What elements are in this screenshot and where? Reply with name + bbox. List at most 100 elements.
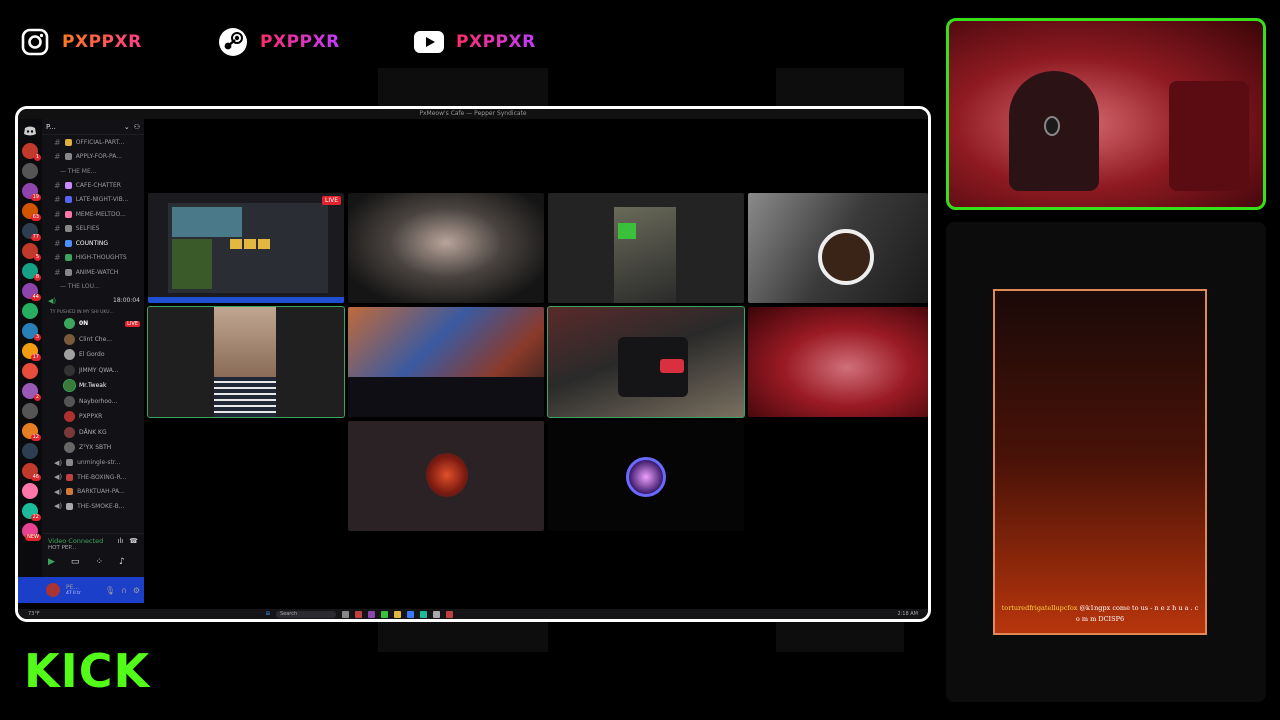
stream-tile-camera[interactable] — [748, 307, 928, 417]
gear-icon[interactable]: ⚙ — [133, 586, 140, 595]
voice-channel-active[interactable]: ◀) 18:00:04 — [42, 294, 144, 309]
disconnect-icon[interactable]: ☎ — [129, 537, 138, 545]
app-icon[interactable] — [432, 610, 440, 618]
server-icon[interactable]: 77 — [22, 223, 41, 241]
hash-icon: # — [54, 224, 61, 234]
server-header[interactable]: P... ⌄ ⚇ — [42, 119, 144, 135]
channel-emoji-icon — [64, 181, 72, 189]
category-header[interactable]: — THE ME... — [42, 164, 144, 178]
taskbar-clock: 2:18 AM — [897, 611, 918, 617]
server-icon[interactable]: 19 — [22, 183, 41, 201]
speaker-icon: ◀) — [48, 296, 57, 305]
channel-emoji-icon — [64, 239, 72, 247]
hash-icon: # — [54, 209, 61, 219]
microphone-icon[interactable]: 🎙 — [105, 586, 115, 595]
server-icon[interactable] — [22, 363, 38, 379]
server-icon[interactable]: 2 — [22, 383, 41, 401]
voice-channel-item[interactable]: ◀) THE-SMOKE-B... — [42, 499, 144, 514]
server-icon[interactable] — [22, 403, 38, 419]
server-icon[interactable]: NEW — [22, 523, 41, 541]
server-icon[interactable] — [22, 443, 38, 459]
avatar[interactable] — [46, 583, 60, 597]
voice-user[interactable]: Mr.Tweak — [42, 378, 144, 394]
video-grid: LIVE — [144, 119, 928, 603]
stream-tile-camera[interactable] — [348, 307, 544, 417]
voice-channel-timer: 18:00:04 — [113, 297, 140, 305]
stream-tile-camera[interactable] — [147, 306, 345, 418]
category-header[interactable]: — THE LOU... — [42, 280, 144, 294]
channel-item[interactable]: # MEME-MELTDO... — [42, 207, 144, 222]
channel-item[interactable]: # SELFIES — [42, 222, 144, 237]
server-icon[interactable]: 22 — [22, 503, 41, 521]
channel-emoji-icon — [64, 268, 72, 276]
voice-user[interactable]: PXPPXR — [42, 409, 144, 425]
channel-item[interactable]: # APPLY-FOR-PA... — [42, 150, 144, 165]
stream-tile-avatar[interactable] — [548, 421, 744, 531]
activities-icon[interactable]: ⁘ — [95, 557, 103, 567]
channel-item[interactable]: # OFFICIAL-PART... — [42, 135, 144, 150]
server-icon[interactable] — [22, 483, 38, 499]
kick-logo: KICK — [24, 644, 151, 698]
channel-item[interactable]: # ANIME-WATCH — [42, 265, 144, 280]
voice-user[interactable]: 0N LIVE — [42, 316, 144, 332]
server-icon[interactable] — [22, 163, 38, 179]
app-icon[interactable] — [380, 610, 388, 618]
voice-user[interactable]: Nayborhoo... — [42, 394, 144, 410]
server-icon[interactable]: 8 — [22, 263, 41, 281]
server-icon[interactable]: 12 — [22, 423, 41, 441]
voice-user[interactable]: DÅNK KG — [42, 425, 144, 441]
voice-user[interactable]: El Gordo — [42, 347, 144, 363]
headphones-icon[interactable]: ∩ — [121, 586, 127, 595]
channel-item[interactable]: # CAFE-CHATTER — [42, 178, 144, 193]
stream-tile-screen[interactable]: LIVE — [148, 193, 344, 303]
app-icon[interactable] — [406, 610, 414, 618]
voice-channel-item[interactable]: ◀) unmingle-str... — [42, 456, 144, 471]
signal-icon: ılı — [117, 537, 124, 545]
stream-tile-avatar[interactable] — [348, 421, 544, 531]
server-icon[interactable]: 46 — [22, 463, 41, 481]
channel-sidebar: P... ⌄ ⚇ # OFFICIAL-PART... # APPLY-FOR-PA… — [18, 119, 144, 603]
channel-item[interactable]: # LATE-NIGHT-VIB... — [42, 193, 144, 208]
app-icon[interactable] — [341, 610, 349, 618]
screen-share-icon[interactable]: ▭ — [71, 557, 80, 567]
app-icon[interactable] — [354, 610, 362, 618]
voice-user[interactable]: JIMMY QWA... — [42, 363, 144, 379]
channel-emoji-icon — [64, 210, 72, 218]
channel-item[interactable]: # HIGH-THOUGHTS — [42, 251, 144, 266]
app-icon[interactable] — [393, 610, 401, 618]
app-icon[interactable] — [367, 610, 375, 618]
server-icon[interactable]: 44 — [22, 283, 41, 301]
instagram-handle: PXPPXR — [62, 32, 142, 52]
add-member-icon[interactable]: ⚇ — [134, 123, 140, 131]
youtube-handle: PXPPXR — [456, 32, 536, 52]
soundboard-icon[interactable]: ♪ — [119, 557, 125, 567]
camera-icon[interactable]: ▶ — [48, 557, 55, 567]
server-icon[interactable] — [22, 303, 38, 319]
stream-tile-camera[interactable] — [548, 193, 744, 303]
server-icon[interactable]: 17 — [22, 343, 41, 361]
discord-home-icon[interactable] — [22, 123, 38, 139]
avatar — [64, 318, 75, 330]
weather-readout: 73°F — [28, 611, 40, 617]
voice-channel-item[interactable]: ◀) THE-BOXING-R... — [42, 470, 144, 485]
app-icon[interactable] — [445, 610, 453, 618]
server-icon[interactable]: 63 — [22, 203, 41, 221]
channel-emoji-icon — [64, 138, 72, 146]
voice-user[interactable]: Clint Che... — [42, 332, 144, 348]
windows-start-icon[interactable]: ⊞ — [266, 611, 270, 617]
stream-tile-camera[interactable] — [348, 193, 544, 303]
hash-icon: # — [54, 238, 61, 248]
social-youtube: PXPPXR — [414, 26, 536, 58]
user-panel: PE... 47 ll tr 🎙 ∩ ⚙ — [18, 577, 144, 603]
server-icon[interactable]: 5 — [22, 243, 41, 261]
stream-tile-camera[interactable] — [547, 306, 745, 418]
avatar — [64, 411, 75, 423]
stream-tile-camera[interactable] — [748, 193, 928, 303]
channel-item[interactable]: # COUNTING — [42, 236, 144, 251]
server-icon[interactable]: 3 — [22, 323, 41, 341]
server-icon[interactable]: 1 — [22, 143, 41, 161]
voice-user[interactable]: Z⁷YX SBTH — [42, 440, 144, 456]
voice-channel-item[interactable]: ◀) BARKTUAH-PA... — [42, 485, 144, 500]
app-icon[interactable] — [419, 610, 427, 618]
taskbar-search[interactable]: Search — [275, 610, 336, 618]
